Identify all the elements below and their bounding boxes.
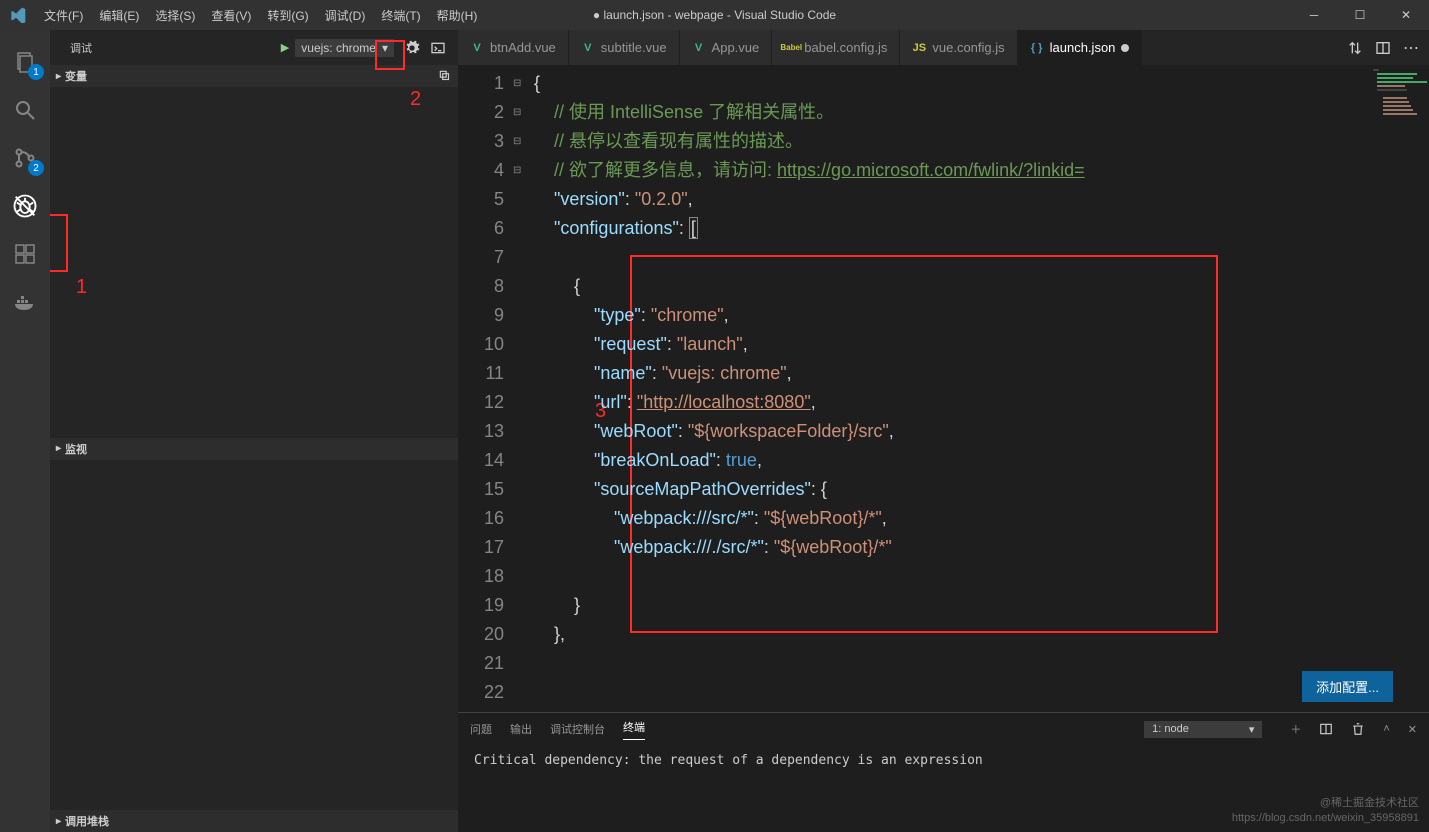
start-debug-icon[interactable]: ▶: [281, 41, 289, 54]
tab-btnadd[interactable]: VbtnAdd.vue: [458, 30, 569, 65]
add-config-button[interactable]: 添加配置...: [1302, 671, 1393, 702]
scm-badge: 2: [28, 160, 44, 176]
titlebar: 文件(F) 编辑(E) 选择(S) 查看(V) 转到(G) 调试(D) 终端(T…: [0, 0, 1429, 30]
variables-section-header[interactable]: ▸ 变量: [50, 65, 458, 87]
window-title: ● launch.json - webpage - Visual Studio …: [593, 8, 836, 22]
explorer-badge: 1: [28, 64, 44, 80]
activity-search[interactable]: [0, 86, 50, 134]
panel-tab-debug-console[interactable]: 调试控制台: [550, 721, 605, 737]
editor-area: VbtnAdd.vue Vsubtitle.vue VApp.vue Babel…: [458, 30, 1429, 832]
compare-icon[interactable]: [1347, 40, 1363, 56]
callstack-label: 调用堆栈: [65, 813, 109, 829]
watch-section-header[interactable]: ▸ 监视: [50, 438, 458, 460]
debug-title: 调试: [70, 40, 281, 56]
chevron-right-icon: ▸: [56, 816, 61, 827]
fold-column: ⊟⊟⊟⊟: [513, 69, 527, 185]
menu-file[interactable]: 文件(F): [36, 7, 91, 24]
chevron-down-icon: ▸: [56, 443, 61, 454]
menu-help[interactable]: 帮助(H): [429, 7, 486, 24]
minimize-button[interactable]: ─: [1291, 0, 1337, 30]
tab-app[interactable]: VApp.vue: [680, 30, 773, 65]
watch-body: [50, 460, 458, 811]
gear-icon[interactable]: [404, 40, 420, 56]
collapse-icon[interactable]: [438, 69, 452, 83]
dirty-indicator-icon: [1121, 44, 1129, 52]
menu-selection[interactable]: 选择(S): [147, 7, 203, 24]
watch-label: 监视: [65, 441, 87, 457]
activity-docker[interactable]: [0, 278, 50, 326]
tab-actions: ⋯: [1337, 30, 1429, 65]
vscode-logo-icon: [0, 7, 36, 23]
activity-scm[interactable]: 2: [0, 134, 50, 182]
window-controls: ─ ☐ ✕: [1291, 0, 1429, 30]
code-editor[interactable]: 12345678910111213141516171819202122 ⊟⊟⊟⊟…: [458, 65, 1429, 712]
debug-sidebar: 调试 ▶ vuejs: chrome▾ ▸ 变量 ▸ 监视 ▸ 调用堆栈: [50, 30, 458, 832]
menu-terminal[interactable]: 终端(T): [373, 7, 428, 24]
activity-extensions[interactable]: [0, 230, 50, 278]
variables-label: 变量: [65, 68, 87, 84]
activity-debug[interactable]: [0, 182, 50, 230]
panel-tab-terminal[interactable]: 终端: [623, 719, 645, 740]
menu-bar: 文件(F) 编辑(E) 选择(S) 查看(V) 转到(G) 调试(D) 终端(T…: [36, 7, 485, 24]
menu-view[interactable]: 查看(V): [203, 7, 259, 24]
chevron-down-icon: ▸: [56, 71, 61, 82]
debug-header: 调试 ▶ vuejs: chrome▾: [50, 30, 458, 65]
activity-explorer[interactable]: 1: [0, 38, 50, 86]
panel-tabs: 问题 输出 调试控制台 终端 1: node▾ ＋ ˄ ✕: [458, 713, 1429, 745]
variables-body: [50, 87, 458, 438]
menu-go[interactable]: 转到(G): [259, 7, 316, 24]
debug-config-select[interactable]: vuejs: chrome▾: [295, 39, 394, 57]
panel-tab-output[interactable]: 输出: [510, 721, 532, 737]
tab-launch[interactable]: { }launch.json: [1018, 30, 1143, 65]
activity-bar: 1 2: [0, 30, 50, 832]
terminal-select[interactable]: 1: node▾: [1144, 721, 1262, 738]
new-terminal-icon[interactable]: ＋: [1290, 721, 1301, 737]
panel-close-icon[interactable]: ✕: [1408, 723, 1417, 736]
split-terminal-icon[interactable]: [1319, 722, 1333, 736]
watermark: @稀土掘金技术社区 https://blog.csdn.net/weixin_3…: [1232, 796, 1419, 826]
split-icon[interactable]: [1375, 40, 1391, 56]
panel-tab-problems[interactable]: 问题: [470, 721, 492, 737]
debug-console-icon[interactable]: [430, 40, 446, 56]
minimap[interactable]: [1369, 65, 1429, 712]
panel-up-icon[interactable]: ˄: [1383, 723, 1389, 735]
tab-subtitle[interactable]: Vsubtitle.vue: [569, 30, 680, 65]
close-button[interactable]: ✕: [1383, 0, 1429, 30]
maximize-button[interactable]: ☐: [1337, 0, 1383, 30]
menu-edit[interactable]: 编辑(E): [91, 7, 147, 24]
code-content[interactable]: { // 使用 IntelliSense 了解相关属性。 // 悬停以查看现有属…: [530, 65, 1429, 712]
more-icon[interactable]: ⋯: [1403, 38, 1419, 58]
editor-tabs: VbtnAdd.vue Vsubtitle.vue VApp.vue Babel…: [458, 30, 1429, 65]
tab-babel[interactable]: Babelbabel.config.js: [772, 30, 900, 65]
callstack-section-header[interactable]: ▸ 调用堆栈: [50, 810, 458, 832]
tab-vueconfig[interactable]: JSvue.config.js: [900, 30, 1017, 65]
menu-debug[interactable]: 调试(D): [317, 7, 374, 24]
kill-terminal-icon[interactable]: [1351, 722, 1365, 736]
